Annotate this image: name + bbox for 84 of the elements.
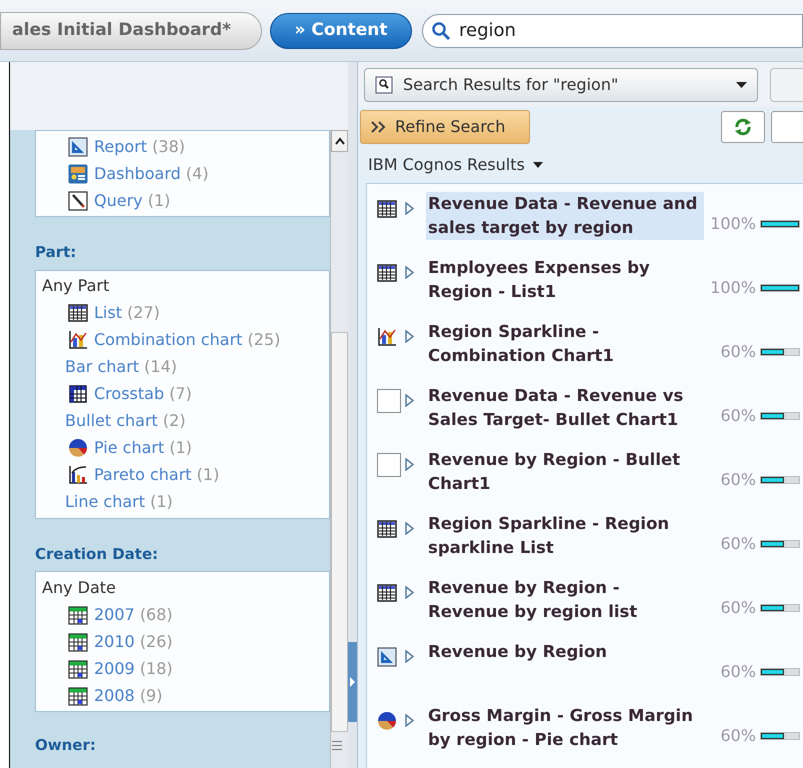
filter-link[interactable]: Pie chart (1) xyxy=(94,436,192,460)
result-title[interactable]: Revenue Data - Revenue vs Sales Target- Bullet Chart1 xyxy=(426,384,704,432)
refine-search-button[interactable]: Refine Search xyxy=(360,110,530,144)
filter-link[interactable]: 2009 (18) xyxy=(94,656,173,680)
relevance-score: 60% xyxy=(720,597,756,620)
result-title[interactable]: Revenue by Region xyxy=(426,640,704,664)
filter-link[interactable]: Bar chart (14) xyxy=(65,355,177,379)
scrollbar[interactable] xyxy=(330,130,348,768)
relevance-score: 60% xyxy=(720,469,756,492)
refresh-icon xyxy=(733,117,753,138)
list-grid-icon xyxy=(68,303,88,323)
filter-link[interactable]: Bullet chart (2) xyxy=(65,409,186,433)
relevance-score: 60% xyxy=(720,533,756,556)
scroll-up-icon[interactable] xyxy=(331,130,348,152)
relevance-score: 60% xyxy=(720,405,756,428)
expand-arrow-icon[interactable] xyxy=(405,522,414,536)
combination-chart-icon xyxy=(68,330,88,350)
filter-link[interactable]: List (27) xyxy=(94,301,160,325)
filter-link[interactable]: Dashboard (4) xyxy=(94,162,209,186)
filter-link[interactable]: Combination chart (25) xyxy=(94,328,280,352)
section-heading: Creation Date: xyxy=(35,544,160,564)
expand-arrow-icon[interactable] xyxy=(405,586,414,600)
expand-arrow-icon[interactable] xyxy=(405,458,414,472)
result-title[interactable]: Region Sparkline - Combination Chart1 xyxy=(426,320,704,368)
relevance-score: 60% xyxy=(720,661,756,684)
list-grid-icon xyxy=(377,263,397,284)
result-title[interactable]: Revenue by Region - Revenue by region list xyxy=(426,576,704,624)
scope-dropdown[interactable]: Search Results for "region" xyxy=(364,68,758,102)
result-title[interactable]: Revenue Data - Revenue and sales target by region xyxy=(426,192,704,240)
any-part-option[interactable]: Any Part xyxy=(36,272,329,300)
blank-chart-icon xyxy=(377,389,401,414)
calendar-icon xyxy=(68,632,88,652)
pareto-chart-icon xyxy=(68,465,88,485)
source-label[interactable]: IBM Cognos Results xyxy=(368,152,525,177)
expand-arrow-icon[interactable] xyxy=(405,330,414,344)
result-title[interactable]: Employees Expenses by Region - List1 xyxy=(426,256,704,304)
relevance-score: 60% xyxy=(720,725,756,748)
section-heading: Part: xyxy=(35,242,78,263)
expand-arrow-icon[interactable] xyxy=(405,266,414,280)
caret-icon xyxy=(736,82,747,88)
result-title[interactable]: Revenue by Region - Bullet Chart1 xyxy=(426,448,704,496)
filter-link[interactable]: 2007 (68) xyxy=(94,602,173,626)
list-grid-icon xyxy=(377,199,397,220)
result-title[interactable]: Region Sparkline - Region sparkline List xyxy=(426,512,704,560)
filter-link[interactable]: Report (38) xyxy=(94,134,185,158)
expand-arrow-icon[interactable] xyxy=(405,394,414,408)
expand-arrow-icon[interactable] xyxy=(405,650,414,664)
document-tab[interactable]: ales Initial Dashboard* xyxy=(0,12,262,50)
scope-label: Search Results for "region" xyxy=(403,74,620,96)
calendar-icon xyxy=(68,604,88,624)
expand-arrow-icon[interactable] xyxy=(405,202,414,216)
query-pencil-icon xyxy=(68,190,88,210)
double-chevron-icon xyxy=(371,121,387,134)
calendar-icon xyxy=(68,658,88,678)
combination-chart-icon xyxy=(377,327,397,348)
content-button[interactable]: » Content xyxy=(270,12,412,48)
refresh-button[interactable] xyxy=(721,111,765,144)
filter-link[interactable]: Pareto chart (1) xyxy=(94,463,220,487)
calendar-icon xyxy=(68,686,88,706)
filter-link[interactable]: 2010 (26) xyxy=(94,630,173,654)
filter-link[interactable]: 2008 (9) xyxy=(94,684,162,708)
search-icon xyxy=(431,20,451,40)
list-grid-icon xyxy=(377,519,397,540)
filter-link[interactable]: Line chart (1) xyxy=(65,490,173,514)
relevance-score: 100% xyxy=(710,213,756,236)
pie-chart-icon xyxy=(377,711,397,732)
collapse-handle-icon[interactable] xyxy=(348,642,357,722)
expand-arrow-icon[interactable] xyxy=(405,714,414,728)
caret-icon xyxy=(532,162,543,168)
filter-link[interactable]: Query (1) xyxy=(94,188,170,212)
search-document-icon xyxy=(375,76,393,94)
search-field[interactable]: region xyxy=(422,14,803,48)
crosstab-grid-icon xyxy=(68,384,88,404)
relevance-score: 60% xyxy=(720,341,756,364)
result-title[interactable]: Gross Margin - Gross Margin by region - Pie chart xyxy=(426,704,704,752)
dashboard-icon xyxy=(68,164,88,184)
relevance-score: 100% xyxy=(710,277,756,300)
splitter-grip-icon[interactable] xyxy=(332,741,342,750)
pie-chart-icon xyxy=(68,438,88,458)
any-date-option[interactable]: Any Date xyxy=(36,574,329,601)
filter-link[interactable]: Crosstab (7) xyxy=(94,382,192,406)
blank-chart-icon xyxy=(377,453,401,478)
section-heading: Owner: xyxy=(35,735,97,756)
list-grid-icon xyxy=(377,583,397,604)
